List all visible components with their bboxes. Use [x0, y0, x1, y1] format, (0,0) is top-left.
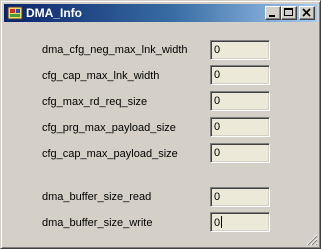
window-title: DMA_Info: [26, 6, 82, 20]
close-icon: [302, 8, 311, 17]
close-button[interactable]: [299, 6, 315, 20]
cfg-cap-max-payload-size-field[interactable]: 0: [210, 143, 270, 163]
field-value: 0: [214, 147, 221, 159]
maximize-icon: [284, 8, 293, 16]
dma-buffer-size-read-field[interactable]: 0: [210, 187, 270, 207]
field-value: 0: [214, 44, 221, 56]
field-value: 0: [214, 69, 221, 81]
field-value: 0: [214, 217, 221, 229]
app-icon[interactable]: [7, 5, 23, 21]
cfg-cap-max-lnk-width-field[interactable]: 0: [210, 65, 270, 85]
label-cfg-cap-max-lnk-width: cfg_cap_max_lnk_width: [42, 70, 160, 82]
text-caret: [221, 216, 223, 228]
dma-info-window: DMA_Info dma_cfg_neg_max_lnk_width 0 cfg…: [0, 0, 321, 249]
dma-cfg-neg-max-lnk-width-field[interactable]: 0: [210, 40, 270, 60]
resize-grip-icon[interactable]: [306, 234, 318, 246]
minimize-icon: [269, 15, 275, 17]
field-value: 0: [214, 121, 221, 133]
label-cfg-max-rd-req-size: cfg_max_rd_req_size: [42, 96, 148, 108]
maximize-button[interactable]: [281, 6, 297, 20]
label-cfg-cap-max-payload-size: cfg_cap_max_payload_size: [42, 148, 178, 160]
label-cfg-prg-max-payload-size: cfg_prg_max_payload_size: [42, 122, 176, 134]
cfg-prg-max-payload-size-field[interactable]: 0: [210, 117, 270, 137]
minimize-button[interactable]: [265, 6, 281, 20]
label-dma-buffer-size-write: dma_buffer_size_write: [42, 217, 153, 229]
label-dma-buffer-size-read: dma_buffer_size_read: [42, 191, 152, 203]
cfg-max-rd-req-size-field[interactable]: 0: [210, 91, 270, 111]
dma-buffer-size-write-field[interactable]: 0: [210, 212, 270, 232]
label-dma-cfg-neg-max-lnk-width: dma_cfg_neg_max_lnk_width: [42, 44, 188, 56]
field-value: 0: [214, 191, 221, 203]
title-bar[interactable]: DMA_Info: [4, 4, 317, 22]
field-value: 0: [214, 95, 221, 107]
